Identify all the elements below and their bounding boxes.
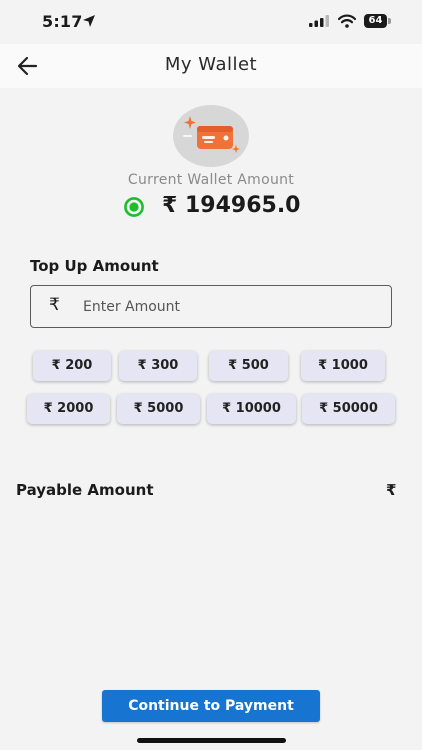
payable-amount-label: Payable Amount [16, 481, 154, 499]
amount-field[interactable]: ₹ [30, 285, 392, 328]
amount-chip-5000[interactable]: ₹ 5000 [117, 394, 200, 424]
page-title: My Wallet [164, 54, 258, 75]
status-time: 5:17 [42, 12, 83, 31]
wallet-balance: ₹ 194965.0 [162, 193, 301, 218]
amount-chip-2000[interactable]: ₹ 2000 [27, 394, 110, 424]
payable-amount-value: ₹ [386, 481, 397, 499]
home-indicator [137, 738, 286, 743]
amount-chip-300[interactable]: ₹ 300 [119, 351, 197, 381]
wallet-icon [183, 116, 240, 153]
cellular-signal-icon [309, 15, 329, 27]
location-arrow-icon [83, 15, 95, 27]
rupee-icon: ₹ [49, 295, 60, 315]
amount-chip-200[interactable]: ₹ 200 [33, 351, 111, 381]
amount-input[interactable] [81, 295, 375, 319]
wallet-illustration [173, 105, 249, 167]
continue-to-payment-button[interactable]: Continue to Payment [102, 690, 320, 722]
app-header: My Wallet [0, 44, 422, 88]
battery-level: 64 [368, 15, 383, 26]
amount-chip-1000[interactable]: ₹ 1000 [301, 351, 385, 381]
amount-chip-500[interactable]: ₹ 500 [209, 351, 288, 381]
status-bar: 5:17 64 [0, 0, 422, 44]
amount-chip-50000[interactable]: ₹ 50000 [302, 394, 395, 424]
amount-chip-10000[interactable]: ₹ 10000 [207, 394, 296, 424]
radio-active-icon [124, 197, 144, 217]
topup-heading: Top Up Amount [30, 257, 159, 275]
wifi-icon [338, 14, 356, 28]
battery-icon: 64 [364, 14, 391, 28]
wallet-amount-label: Current Wallet Amount [127, 172, 295, 188]
